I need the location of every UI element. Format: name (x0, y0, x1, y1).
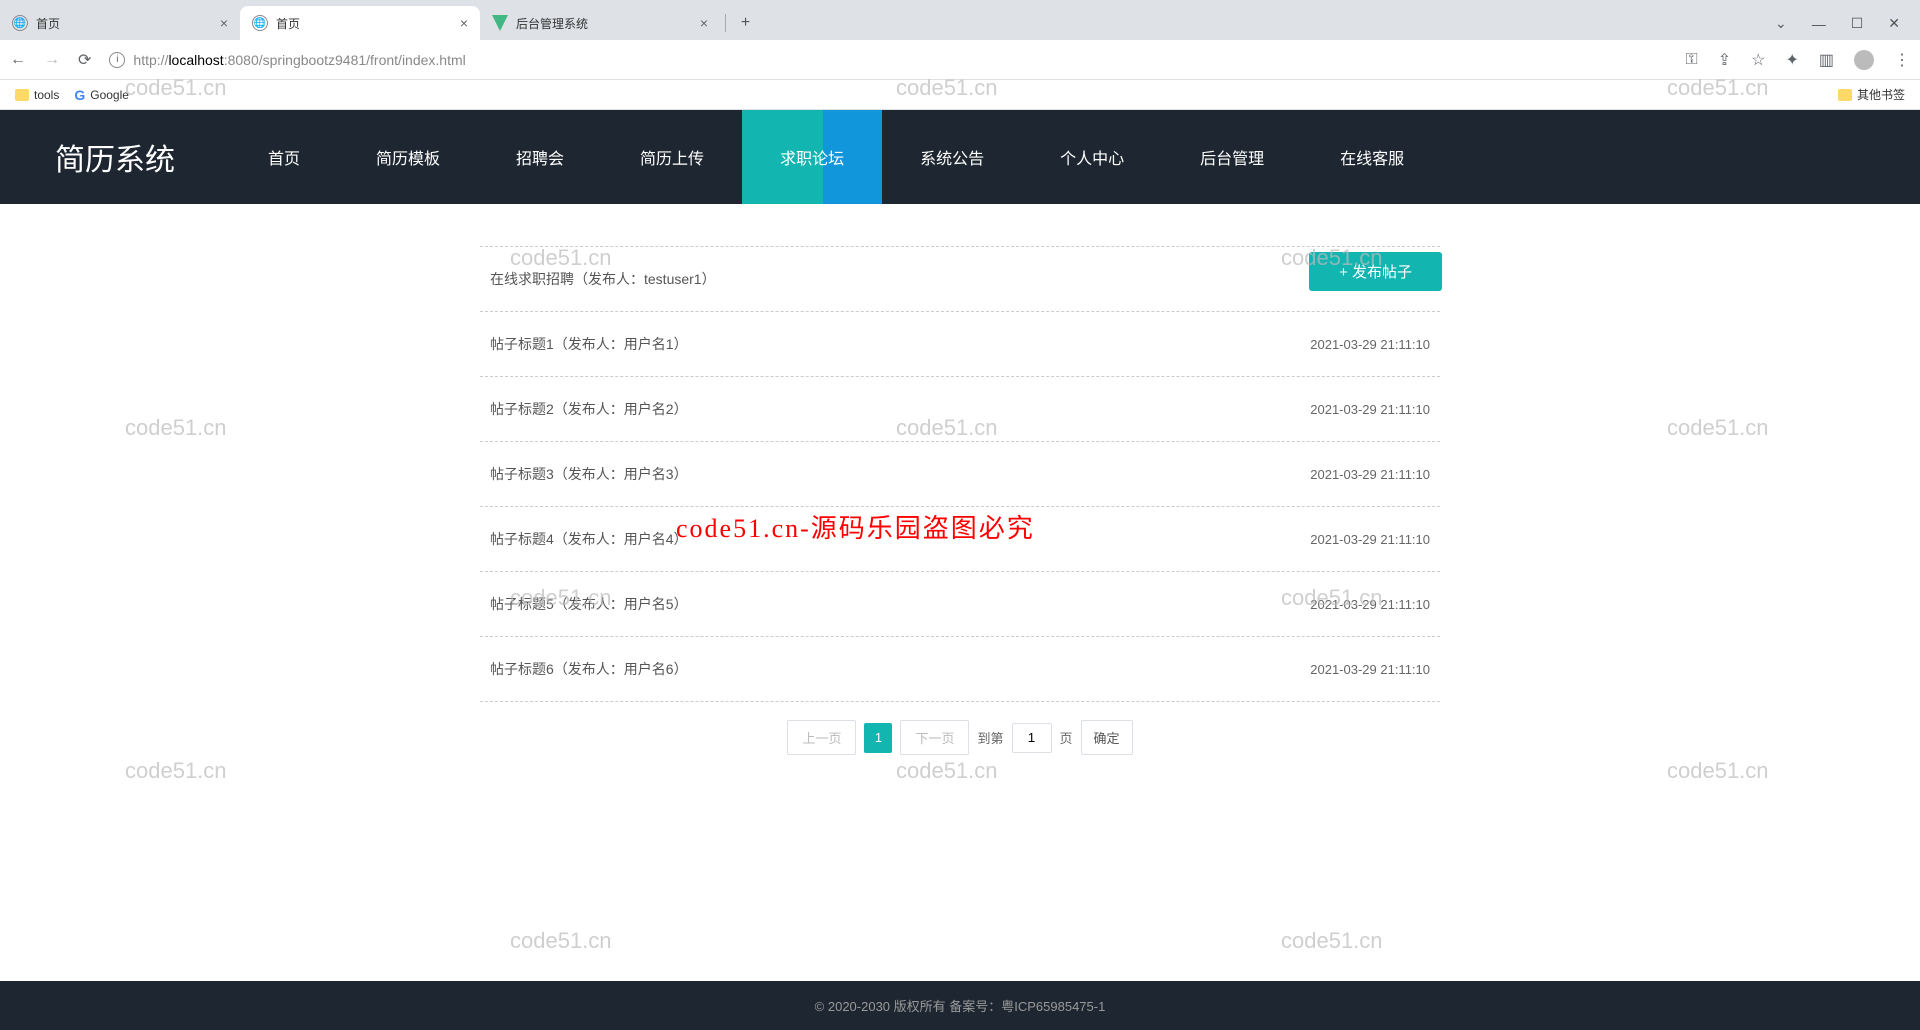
url-input[interactable]: i http://localhost:8080/springbootz9481/… (109, 52, 1667, 68)
url-path: :8080/springbootz9481/front/index.html (224, 52, 466, 68)
post-date: 2021-03-29 21:11:10 (1310, 337, 1430, 352)
footer: © 2020-2030 版权所有 备案号：粤ICP65985475-1 (0, 981, 1920, 1030)
post-date: 2021-03-29 21:11:10 (1310, 597, 1430, 612)
page-unit: 页 (1060, 728, 1073, 747)
post-list: 在线求职招聘（发布人：testuser1）2023-06-08 19:31:05… (480, 246, 1440, 702)
nav-home[interactable]: 首页 (230, 110, 338, 204)
nav-personal-center[interactable]: 个人中心 (1022, 110, 1162, 204)
list-item[interactable]: 帖子标题4（发布人：用户名4） 2021-03-29 21:11:10 (480, 507, 1440, 572)
browser-tab-1[interactable]: 🌐 首页 × (240, 6, 480, 40)
panel-icon[interactable]: ▥ (1819, 50, 1834, 70)
watermark: code51.cn (896, 758, 998, 784)
next-page-button[interactable]: 下一页 (900, 720, 969, 755)
post-title[interactable]: 在线求职招聘（发布人：testuser1） (490, 269, 716, 289)
watermark: code51.cn (510, 928, 612, 954)
post-date: 2021-03-29 21:11:10 (1310, 662, 1430, 677)
list-item[interactable]: 帖子标题6（发布人：用户名6） 2021-03-29 21:11:10 (480, 637, 1440, 702)
tab-title: 首页 (36, 15, 212, 32)
nav-job-fair[interactable]: 招聘会 (478, 110, 602, 204)
confirm-button[interactable]: 确定 (1081, 720, 1133, 755)
globe-icon: 🌐 (12, 15, 28, 31)
key-icon[interactable]: ⚿ (1686, 51, 1698, 69)
list-item[interactable]: 在线求职招聘（发布人：testuser1）2023-06-08 19:31:05 (480, 246, 1440, 312)
bookmark-google[interactable]: G Google (74, 87, 129, 103)
nav-resume-upload[interactable]: 简历上传 (602, 110, 742, 204)
share-icon[interactable]: ⇪ (1718, 50, 1731, 70)
close-icon[interactable]: × (700, 15, 708, 31)
minimize-icon[interactable]: — (1812, 16, 1826, 32)
profile-icon[interactable] (1854, 50, 1874, 70)
pagination: 上一页 1 下一页 到第 页 确定 (480, 720, 1440, 755)
nav-announcement[interactable]: 系统公告 (882, 110, 1022, 204)
post-date: 2021-03-29 21:11:10 (1310, 402, 1430, 417)
close-icon[interactable]: × (220, 15, 228, 31)
browser-tab-0[interactable]: 🌐 首页 × (0, 6, 240, 40)
page-number[interactable]: 1 (864, 723, 892, 753)
watermark: code51.cn (1281, 928, 1383, 954)
browser-tab-strip: 🌐 首页 × 🌐 首页 × 后台管理系统 × + ⌄ — ☐ ✕ (0, 0, 1920, 40)
list-item[interactable]: 帖子标题3（发布人：用户名3） 2021-03-29 21:11:10 (480, 442, 1440, 507)
post-title[interactable]: 帖子标题6（发布人：用户名6） (490, 659, 688, 679)
google-icon: G (74, 87, 85, 103)
goto-label: 到第 (977, 728, 1003, 747)
folder-icon (1838, 89, 1852, 101)
post-title[interactable]: 帖子标题4（发布人：用户名4） (490, 529, 688, 549)
forward-icon[interactable]: → (44, 51, 60, 69)
list-item[interactable]: 帖子标题1（发布人：用户名1） 2021-03-29 21:11:10 (480, 312, 1440, 377)
bookmark-tools[interactable]: tools (15, 88, 59, 102)
watermark: code51.cn (125, 415, 227, 441)
nav-customer-service[interactable]: 在线客服 (1302, 110, 1442, 204)
browser-tab-2[interactable]: 后台管理系统 × (480, 6, 720, 40)
globe-icon: 🌐 (252, 15, 268, 31)
chevron-down-icon[interactable]: ⌄ (1775, 15, 1787, 32)
bookmark-label: Google (90, 88, 129, 102)
bookmark-other[interactable]: 其他书签 (1838, 86, 1905, 103)
maximize-icon[interactable]: ☐ (1851, 15, 1864, 32)
publish-post-button[interactable]: + 发布帖子 (1309, 252, 1442, 291)
watermark: code51.cn (1667, 415, 1769, 441)
nav-resume-template[interactable]: 简历模板 (338, 110, 478, 204)
post-title[interactable]: 帖子标题2（发布人：用户名2） (490, 399, 688, 419)
extensions-icon[interactable]: ✦ (1785, 50, 1798, 70)
post-title[interactable]: 帖子标题1（发布人：用户名1） (490, 334, 688, 354)
tab-title: 首页 (276, 15, 452, 32)
page-input[interactable] (1012, 723, 1052, 753)
url-scheme: http:// (133, 52, 168, 68)
list-item[interactable]: 帖子标题2（发布人：用户名2） 2021-03-29 21:11:10 (480, 377, 1440, 442)
list-item[interactable]: 帖子标题5（发布人：用户名5） 2021-03-29 21:11:10 (480, 572, 1440, 637)
site-logo[interactable]: 简历系统 (0, 135, 230, 179)
tab-title: 后台管理系统 (516, 15, 692, 32)
nav-job-forum[interactable]: 求职论坛 (742, 110, 882, 204)
address-bar: ← → ⟳ i http://localhost:8080/springboot… (0, 40, 1920, 80)
window-controls: ⌄ — ☐ ✕ (1775, 15, 1920, 40)
star-icon[interactable]: ☆ (1751, 50, 1765, 70)
bookmark-label: tools (34, 88, 59, 102)
url-host: localhost (168, 52, 223, 68)
site-info-icon[interactable]: i (109, 52, 125, 68)
new-tab-button[interactable]: + (725, 14, 755, 32)
back-icon[interactable]: ← (10, 51, 26, 69)
post-date: 2021-03-29 21:11:10 (1310, 532, 1430, 547)
folder-icon (15, 89, 29, 101)
vue-icon (492, 15, 508, 31)
close-window-icon[interactable]: ✕ (1888, 15, 1900, 32)
bookmark-bar: tools G Google 其他书签 (0, 80, 1920, 110)
post-title[interactable]: 帖子标题5（发布人：用户名5） (490, 594, 688, 614)
bookmark-label: 其他书签 (1857, 86, 1905, 103)
site-nav: 简历系统 首页 简历模板 招聘会 简历上传 求职论坛 系统公告 个人中心 后台管… (0, 110, 1920, 204)
watermark: code51.cn (1667, 758, 1769, 784)
prev-page-button[interactable]: 上一页 (787, 720, 856, 755)
post-title[interactable]: 帖子标题3（发布人：用户名3） (490, 464, 688, 484)
reload-icon[interactable]: ⟳ (78, 50, 91, 70)
nav-items: 首页 简历模板 招聘会 简历上传 求职论坛 系统公告 个人中心 后台管理 在线客… (230, 110, 1442, 204)
toolbar-icons: ⚿ ⇪ ☆ ✦ ▥ ⋮ (1686, 50, 1910, 70)
menu-icon[interactable]: ⋮ (1894, 50, 1910, 70)
content-area: + 发布帖子 在线求职招聘（发布人：testuser1）2023-06-08 1… (480, 246, 1440, 755)
close-icon[interactable]: × (460, 15, 468, 31)
watermark: code51.cn (125, 758, 227, 784)
nav-admin[interactable]: 后台管理 (1162, 110, 1302, 204)
post-date: 2021-03-29 21:11:10 (1310, 467, 1430, 482)
